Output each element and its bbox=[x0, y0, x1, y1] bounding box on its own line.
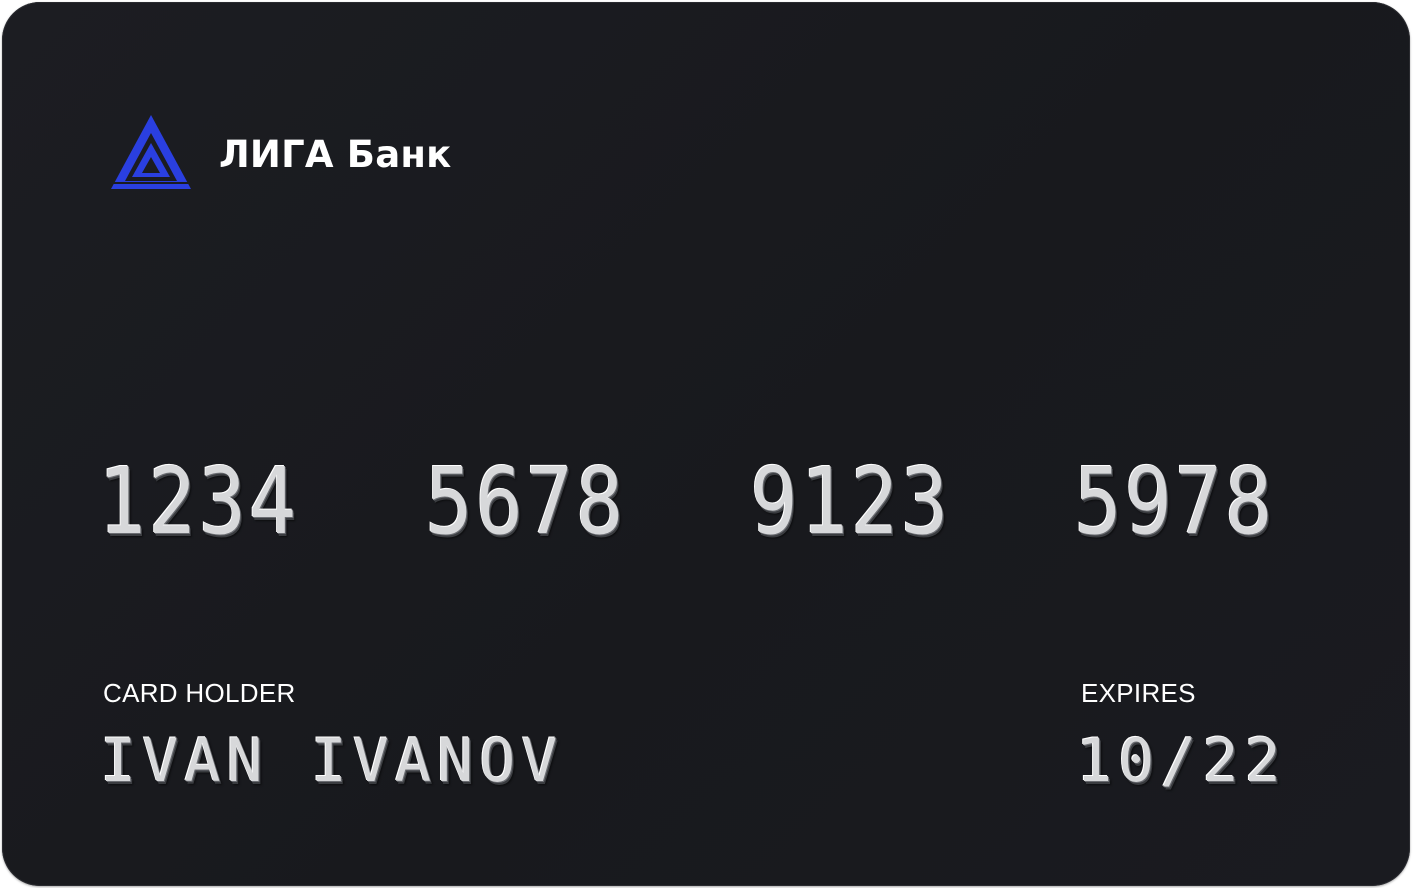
bank-card: ЛИГА Банк 1234 5678 9123 5978 CARD HOLDE… bbox=[2, 2, 1410, 886]
card-holder-name: IVAN IVANOV bbox=[100, 726, 564, 796]
triangle-logo-icon bbox=[111, 115, 191, 189]
card-number-group-4: 5978 bbox=[1074, 448, 1275, 555]
bank-logo: ЛИГА Банк bbox=[109, 112, 451, 192]
card-holder-label: CARD HOLDER bbox=[103, 678, 296, 708]
card-number-group-1: 1234 bbox=[98, 448, 299, 555]
card-number-group-3: 9123 bbox=[750, 448, 951, 555]
bank-name: ЛИГА Банк bbox=[219, 132, 452, 176]
expiry-date: 10/22 bbox=[1076, 726, 1287, 796]
card-number-group-2: 5678 bbox=[425, 448, 626, 555]
expires-label: EXPIRES bbox=[1081, 678, 1196, 708]
